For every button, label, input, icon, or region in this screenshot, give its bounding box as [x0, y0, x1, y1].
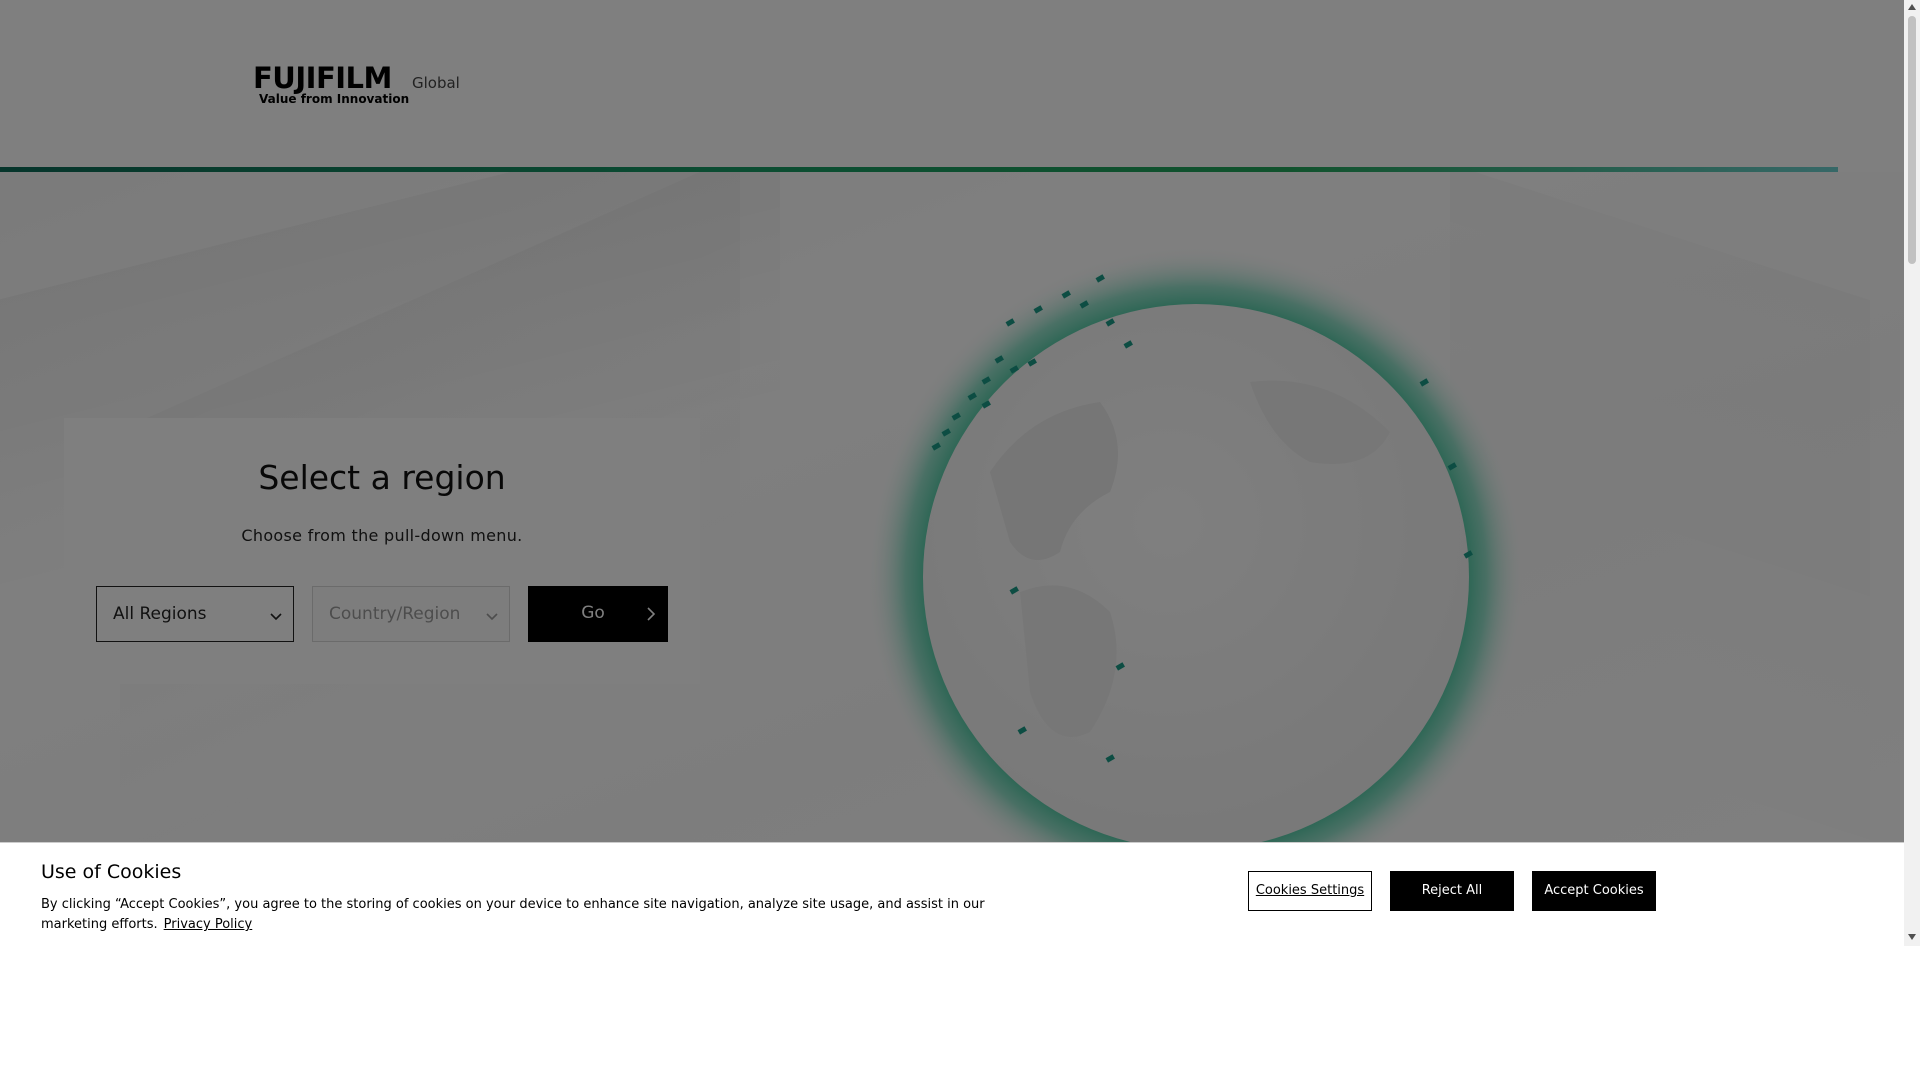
accept-cookies-button[interactable]: Accept Cookies — [1532, 871, 1656, 911]
vertical-scrollbar[interactable] — [1904, 0, 1920, 946]
blank-area — [0, 946, 1920, 1080]
cookie-banner-title: Use of Cookies — [41, 861, 182, 883]
modal-dim-overlay — [0, 0, 1904, 946]
cookie-banner: Use of Cookies By clicking “Accept Cooki… — [0, 842, 1904, 946]
reject-all-button[interactable]: Reject All — [1390, 871, 1514, 911]
privacy-policy-link[interactable]: Privacy Policy — [164, 917, 253, 932]
scrollbar-thumb[interactable] — [1908, 16, 1916, 264]
cookie-banner-text: By clicking “Accept Cookies”, you agree … — [41, 895, 1001, 935]
cookies-settings-button[interactable]: Cookies Settings — [1248, 871, 1372, 911]
scroll-down-arrow-icon[interactable] — [1908, 934, 1916, 940]
page-viewport: FUJIFILM Value from Innovation Global — [0, 0, 1904, 946]
scroll-up-arrow-icon[interactable] — [1908, 4, 1916, 10]
